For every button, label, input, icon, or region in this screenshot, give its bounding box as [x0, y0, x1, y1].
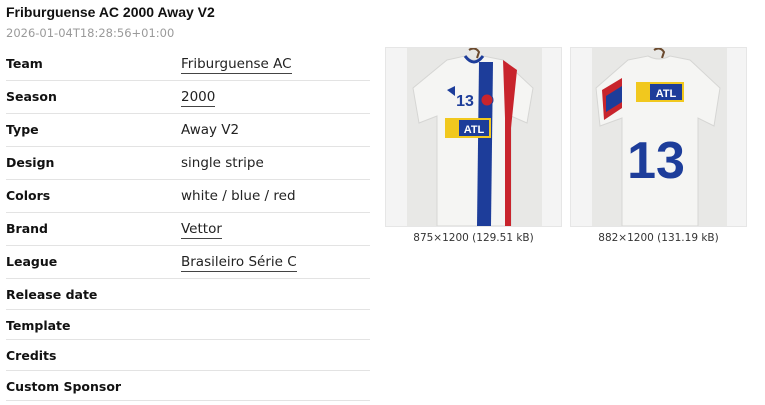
detail-row-design: Design single stripe	[6, 147, 370, 180]
type-value: Away V2	[181, 122, 240, 138]
detail-row-colors: Colors white / blue / red	[6, 180, 370, 213]
detail-row-league: League Brasileiro Série C	[6, 246, 370, 279]
detail-label: Brand	[6, 221, 48, 236]
timestamp: 2026-01-04T18:28:56+01:00	[6, 26, 175, 40]
detail-label: League	[6, 254, 58, 269]
detail-row-release-date: Release date	[6, 279, 370, 310]
team-link[interactable]: Friburguense AC	[181, 56, 292, 74]
detail-label: Template	[6, 317, 71, 333]
detail-row-credits: Credits	[6, 340, 370, 371]
detail-row-custom-sponsor: Custom Sponsor	[6, 371, 370, 401]
shirt-front-photo: ATL 13	[407, 48, 542, 226]
detail-row-type: Type Away V2	[6, 114, 370, 147]
image-caption: 875×1200 (129.51 kB)	[413, 232, 534, 244]
detail-label: Type	[6, 122, 39, 137]
detail-label: Colors	[6, 188, 51, 203]
sponsor-text: ATL	[464, 124, 485, 136]
detail-label: Custom Sponsor	[6, 378, 122, 394]
detail-label: Release date	[6, 287, 98, 302]
colors-value: white / blue / red	[181, 188, 296, 204]
detail-row-brand: Brand Vettor	[6, 213, 370, 246]
detail-label: Season	[6, 89, 57, 104]
detail-row-season: Season 2000	[6, 81, 370, 114]
chest-number: 13	[456, 93, 474, 110]
back-number: 13	[627, 132, 685, 190]
details-table: Team Friburguense AC Season 2000 Type Aw…	[6, 48, 370, 401]
image-caption: 882×1200 (131.19 kB)	[598, 232, 719, 244]
detail-row-template: Template	[6, 310, 370, 340]
detail-label: Credits	[6, 348, 57, 363]
gallery-thumbnail-back[interactable]: ATL 13	[570, 47, 747, 227]
detail-row-team: Team Friburguense AC	[6, 48, 370, 81]
detail-label: Design	[6, 155, 55, 170]
league-link[interactable]: Brasileiro Série C	[181, 254, 297, 272]
season-link[interactable]: 2000	[181, 89, 216, 107]
brand-link[interactable]: Vettor	[181, 221, 222, 239]
design-value: single stripe	[181, 155, 264, 171]
shirt-back-photo: ATL 13	[592, 48, 727, 226]
sponsor-text: ATL	[656, 88, 677, 100]
detail-label: Team	[6, 56, 43, 71]
page-title: Friburguense AC 2000 Away V2	[6, 4, 215, 20]
gallery-thumbnail-front[interactable]: ATL 13	[385, 47, 562, 227]
